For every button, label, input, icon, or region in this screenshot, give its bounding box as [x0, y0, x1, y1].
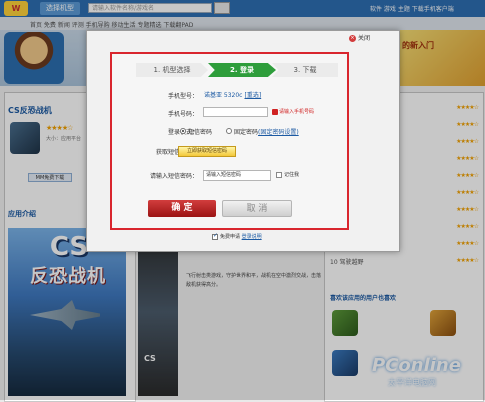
- remember-me-label[interactable]: 记住我: [284, 171, 314, 180]
- phone-label: 手机号码：: [167, 111, 198, 118]
- fixed-password-label[interactable]: 固定密码: [234, 129, 258, 136]
- close-label: 关闭: [358, 35, 371, 42]
- phone-error: 请输入手机号码: [272, 108, 342, 117]
- step-login: 2. 登录: [208, 63, 276, 77]
- footer-text: 免费申请 登录说明: [220, 233, 280, 242]
- close-icon: ×: [349, 35, 356, 42]
- enter-code-label: 请输入短信密码：: [149, 173, 198, 180]
- phone-error-text: 请输入手机号码: [279, 109, 315, 115]
- model-name: 诺基亚 5320c: [204, 92, 243, 99]
- error-icon: [272, 108, 278, 115]
- sms-password-label[interactable]: 短信密码: [188, 127, 224, 136]
- phone-number-input[interactable]: [203, 107, 268, 117]
- remember-me-checkbox[interactable]: [276, 172, 282, 178]
- model-label: 手机型号：: [167, 93, 198, 100]
- fixed-password-settings-link[interactable]: (固定密码设置): [258, 129, 299, 136]
- step-model-select: 1. 机型选择: [136, 63, 208, 77]
- model-value: 诺基亚 5320c [重选]: [204, 90, 284, 100]
- step-download: 3. 下载: [272, 63, 338, 77]
- footer-checkbox[interactable]: [212, 232, 218, 240]
- sms-password-radio[interactable]: [180, 128, 186, 134]
- sms-code-input[interactable]: 请输入短信密码: [203, 170, 271, 181]
- fixed-password-option: 固定密码(固定密码设置): [234, 127, 310, 136]
- get-sms-code-button[interactable]: 立即获取短信密码: [178, 146, 236, 157]
- model-change-link[interactable]: [重选]: [244, 92, 261, 99]
- confirm-button[interactable]: 确 定: [148, 200, 216, 217]
- close-button[interactable]: × 关闭: [349, 34, 389, 44]
- cancel-button[interactable]: 取 消: [222, 200, 292, 217]
- login-help-link[interactable]: 登录说明: [242, 234, 262, 240]
- fixed-password-radio[interactable]: [226, 128, 232, 134]
- footer-prefix: 免费申请: [220, 234, 241, 240]
